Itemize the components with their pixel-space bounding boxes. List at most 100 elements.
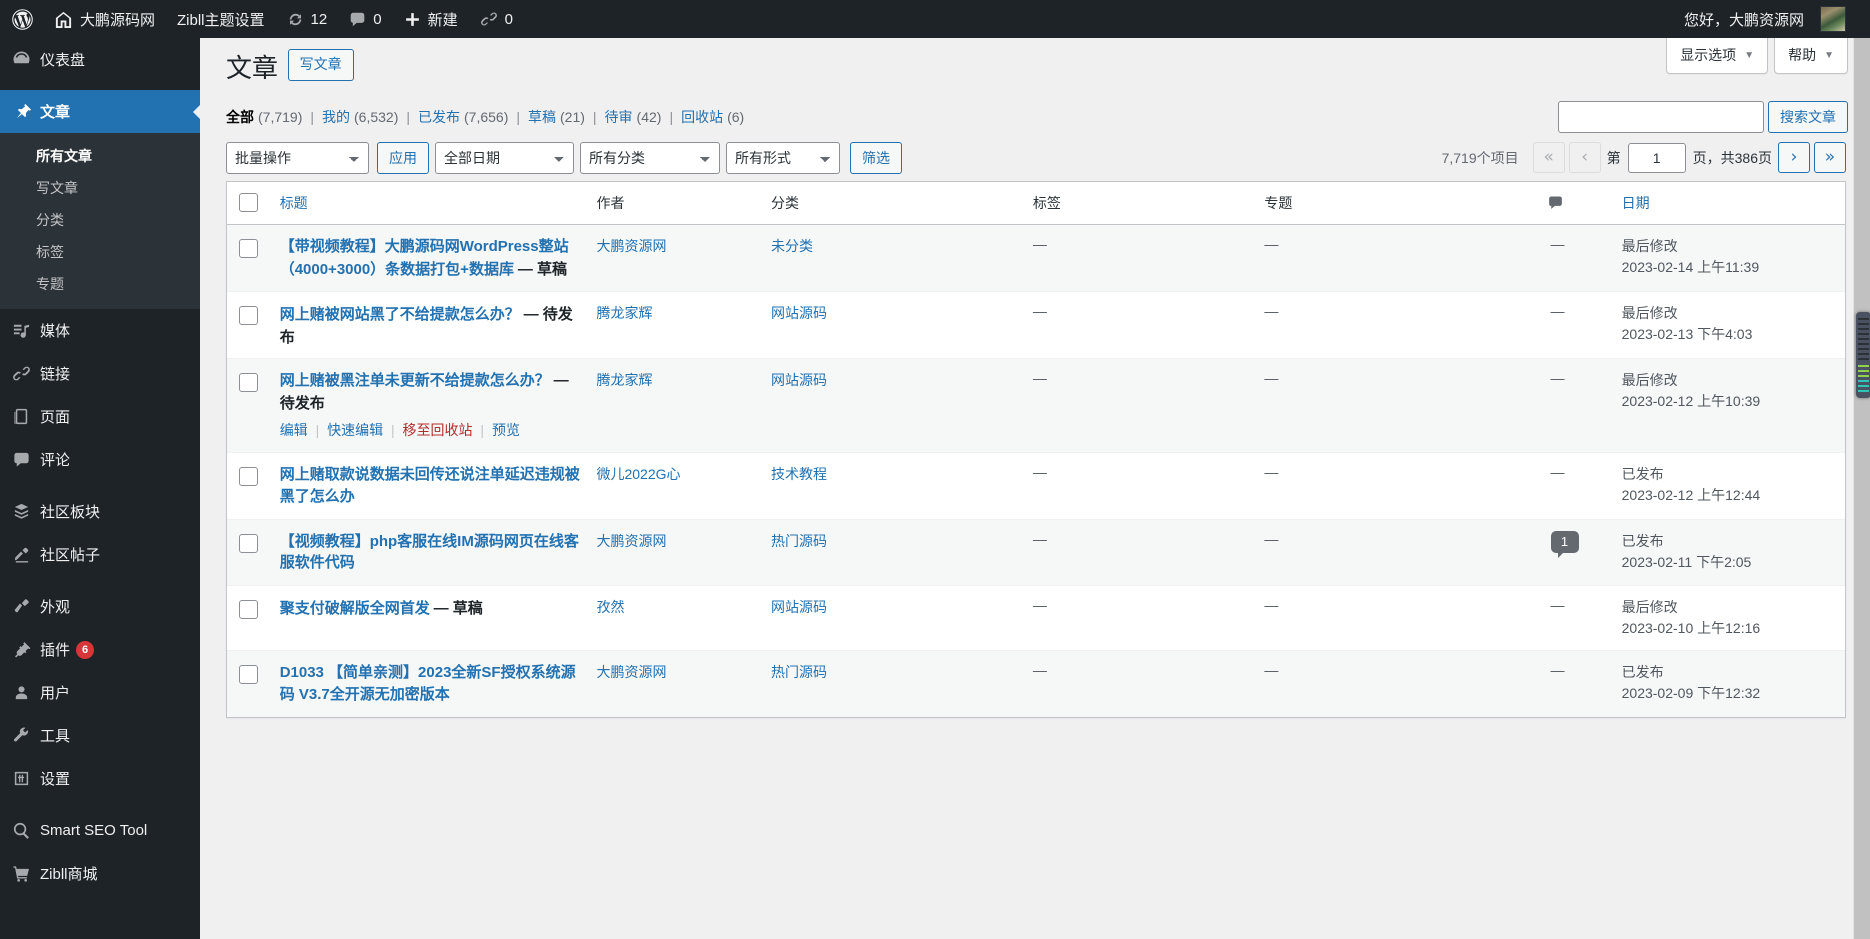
row-comments-cell: — [1547, 650, 1622, 717]
sidebar-item-dashboard[interactable]: 仪表盘 [0, 38, 200, 81]
view-count-draft: (21) [560, 103, 585, 131]
author-link[interactable]: 孜然 [596, 599, 624, 615]
table-row: 【带视频教程】大鹏源码网WordPress整站（4000+3000）条数据打包+… [227, 225, 1845, 292]
sidebar-item-tools[interactable]: 工具 [0, 714, 200, 757]
row-title-cell: 网上赌被黑注单未更新不给提款怎么办？ — 待发布 编辑 | 快速编辑 | 移至回… [274, 358, 597, 452]
sidebar-item-plugins[interactable]: 插件 6 [0, 628, 200, 671]
row-checkbox[interactable] [239, 239, 258, 258]
submenu-item-add-new[interactable]: 写文章 [0, 172, 200, 204]
add-new-post-button[interactable]: 写文章 [288, 49, 354, 80]
date-filter-select[interactable]: 全部日期 [435, 142, 574, 174]
search-input[interactable] [1558, 101, 1764, 133]
category-link[interactable]: 网站源码 [771, 372, 827, 388]
row-checkbox[interactable] [239, 534, 258, 553]
format-filter-select[interactable]: 所有形式 [726, 142, 840, 174]
new-content-label: 新建 [428, 9, 458, 30]
sidebar-item-pages[interactable]: 页面 [0, 395, 200, 438]
help-toggle[interactable]: 帮助 ▼ [1774, 38, 1848, 74]
author-link[interactable]: 微儿2022G心 [596, 466, 680, 482]
view-link-mine[interactable]: 我的 [322, 103, 350, 131]
post-title-link[interactable]: 网上赌取款说数据未回传还说注单延迟违规被黑了怎么办 [280, 466, 580, 505]
dashboard-icon [12, 50, 40, 70]
author-link[interactable]: 大鹏资源网 [596, 238, 666, 254]
first-page-button[interactable]: « [1533, 142, 1565, 173]
category-filter-select[interactable]: 所有分类 [580, 142, 720, 174]
post-title-link[interactable]: 【视频教程】php客服在线IM源码网页在线客服软件代码 [280, 533, 579, 572]
sidebar-item-comments[interactable]: 评论 [0, 438, 200, 481]
bulk-actions-select[interactable]: 批量操作 [226, 142, 369, 174]
category-link[interactable]: 热门源码 [771, 533, 827, 549]
my-account-button[interactable]: 您好，大鹏资源网 [1673, 0, 1846, 38]
sidebar-item-zibll-shop[interactable]: Zibll商城 [0, 852, 200, 895]
zibll-theme-settings-button[interactable]: Zibll主题设置 [166, 0, 276, 38]
next-page-button[interactable]: › [1778, 142, 1810, 173]
sidebar-item-forums[interactable]: 社区板块 [0, 490, 200, 533]
preview-link[interactable]: 预览 [492, 422, 520, 438]
sidebar-item-media[interactable]: 媒体 [0, 309, 200, 352]
search-posts-button[interactable]: 搜索文章 [1768, 101, 1848, 133]
row-checkbox[interactable] [239, 665, 258, 684]
category-column-header: 分类 [771, 182, 1033, 225]
post-title-link[interactable]: D1033 【简单亲测】2023全新SF授权系统源码 V3.7全开源无加密版本 [280, 664, 576, 703]
category-link[interactable]: 网站源码 [771, 599, 827, 615]
trash-link[interactable]: 移至回收站 [403, 422, 473, 438]
links-button[interactable]: 0 [469, 0, 524, 38]
view-link-published[interactable]: 已发布 [418, 103, 460, 131]
select-all-checkbox[interactable] [239, 193, 258, 212]
post-title-link[interactable]: 网上赌被黑注单未更新不给提款怎么办？ [280, 372, 550, 389]
sidebar-item-links[interactable]: 链接 [0, 352, 200, 395]
author-link[interactable]: 腾龙家辉 [596, 305, 652, 321]
sidebar-item-topics[interactable]: 社区帖子 [0, 533, 200, 576]
author-link[interactable]: 大鹏资源网 [596, 533, 666, 549]
page-scrollbar[interactable] [1853, 38, 1870, 939]
quick-edit-link[interactable]: 快速编辑 [327, 422, 383, 438]
row-checkbox[interactable] [239, 467, 258, 486]
last-page-button[interactable]: » [1814, 142, 1846, 173]
category-link[interactable]: 网站源码 [771, 305, 827, 321]
view-link-draft[interactable]: 草稿 [528, 103, 556, 131]
date-status: 已发布 [1622, 662, 1835, 683]
category-link[interactable]: 未分类 [771, 238, 813, 254]
apply-bulk-action-button[interactable]: 应用 [377, 142, 429, 174]
author-link[interactable]: 大鹏资源网 [596, 664, 666, 680]
table-row: 网上赌被黑注单未更新不给提款怎么办？ — 待发布 编辑 | 快速编辑 | 移至回… [227, 358, 1845, 452]
submenu-item-categories[interactable]: 分类 [0, 204, 200, 236]
wordpress-icon [12, 9, 33, 30]
comments-button[interactable]: 0 [338, 0, 392, 38]
filter-button[interactable]: 筛选 [850, 142, 902, 174]
row-checkbox[interactable] [239, 600, 258, 619]
action-separator: | [391, 422, 395, 438]
scrollbar-track[interactable] [1854, 38, 1870, 939]
comments-column-header[interactable] [1547, 182, 1622, 225]
date-column-header[interactable]: 日期 [1622, 182, 1845, 225]
author-link[interactable]: 腾龙家辉 [596, 372, 652, 388]
title-column-header[interactable]: 标题 [274, 182, 597, 225]
category-link[interactable]: 热门源码 [771, 664, 827, 680]
new-content-button[interactable]: 新建 [393, 0, 469, 38]
site-name-button[interactable]: 大鹏源码网 [43, 0, 166, 38]
wordpress-logo-button[interactable] [0, 0, 43, 38]
submenu-item-all-posts[interactable]: 所有文章 [0, 140, 200, 172]
view-link-trash[interactable]: 回收站 [681, 103, 723, 131]
row-checkbox[interactable] [239, 306, 258, 325]
view-link-pending[interactable]: 待审 [605, 103, 633, 131]
prev-page-button[interactable]: ‹ [1569, 142, 1601, 173]
sidebar-item-users[interactable]: 用户 [0, 671, 200, 714]
submenu-item-tags[interactable]: 标签 [0, 236, 200, 268]
current-page-input[interactable] [1628, 143, 1686, 173]
view-link-all[interactable]: 全部 [226, 103, 254, 131]
sidebar-item-settings[interactable]: 设置 [0, 757, 200, 800]
post-title-link[interactable]: 聚支付破解版全网首发 [280, 600, 430, 617]
updates-button[interactable]: 12 [276, 0, 339, 38]
screen-options-toggle[interactable]: 显示选项 ▼ [1666, 38, 1768, 74]
scrollbar-thumb[interactable] [1856, 312, 1870, 398]
post-title-link[interactable]: 网上赌被网站黑了不给提款怎么办？ [280, 306, 520, 323]
sidebar-item-appearance[interactable]: 外观 [0, 585, 200, 628]
sidebar-item-posts[interactable]: 文章 [0, 90, 200, 133]
category-link[interactable]: 技术教程 [771, 466, 827, 482]
sidebar-item-smart-seo-tool[interactable]: Smart SEO Tool [0, 809, 200, 852]
row-checkbox[interactable] [239, 373, 258, 392]
comment-count-badge[interactable]: 1 [1551, 531, 1579, 553]
edit-link[interactable]: 编辑 [280, 422, 308, 438]
submenu-item-topics[interactable]: 专题 [0, 268, 200, 300]
